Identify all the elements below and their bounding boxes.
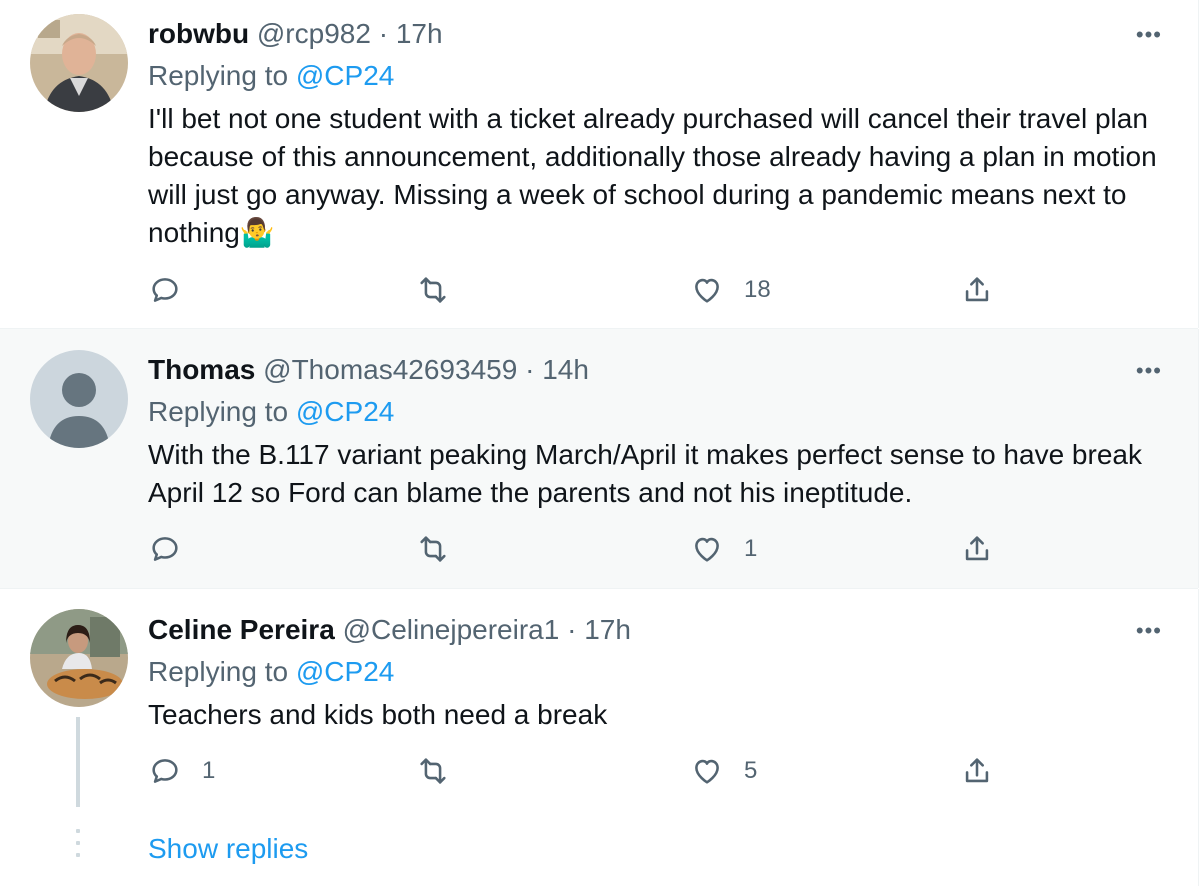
action-bar: 18: [148, 270, 1028, 310]
share-icon: [965, 277, 989, 302]
replying-to: Replying to @CP24: [148, 58, 1158, 94]
replying-to-label: Replying to: [148, 656, 289, 687]
mention-link[interactable]: @CP24: [296, 396, 394, 427]
like-button[interactable]: 18: [690, 270, 771, 310]
like-button[interactable]: 1: [690, 529, 757, 569]
action-bar: 1: [148, 529, 1028, 569]
share-icon: [965, 758, 989, 783]
tweet-header: Thomas @Thomas42693459 · 14h: [148, 352, 1158, 388]
tweet-text: With the B.117 variant peaking March/Apr…: [148, 439, 1142, 508]
separator: ·: [378, 18, 389, 49]
more-options-button[interactable]: •••: [1136, 22, 1162, 48]
heart-icon: [695, 278, 719, 303]
replying-to-label: Replying to: [148, 60, 289, 91]
tweet-header: robwbu @rcp982 · 17h: [148, 16, 1158, 52]
display-name[interactable]: robwbu: [148, 18, 249, 49]
timestamp[interactable]: 14h: [542, 354, 589, 385]
reply-button[interactable]: [148, 270, 202, 310]
reply-icon: [152, 759, 178, 783]
retweet-icon: [420, 277, 446, 303]
show-replies-link[interactable]: Show replies: [148, 833, 308, 865]
replying-to: Replying to @CP24: [148, 654, 1158, 690]
reply-button[interactable]: [148, 529, 202, 569]
share-button[interactable]: [960, 751, 994, 791]
like-count: 1: [744, 535, 758, 562]
reply-icon: [152, 278, 178, 302]
user-handle[interactable]: @Celinejpereira1: [343, 614, 560, 645]
like-button[interactable]: 5: [690, 751, 757, 791]
reply-button[interactable]: 1: [148, 751, 215, 791]
retweet-button[interactable]: [416, 751, 450, 791]
user-handle[interactable]: @Thomas42693459: [263, 354, 517, 385]
tweet-2[interactable]: Thomas @Thomas42693459 · 14h Replying to…: [0, 329, 1199, 588]
retweet-icon: [420, 536, 446, 562]
replying-to: Replying to @CP24: [148, 394, 1158, 430]
separator: ·: [525, 354, 535, 385]
more-options-button[interactable]: •••: [1136, 358, 1162, 384]
separator: ·: [567, 614, 577, 645]
reply-count: 1: [202, 757, 216, 784]
tweet-text: Teachers and kids both need a break: [148, 699, 608, 730]
thread-dotted-line: [76, 829, 80, 865]
tweet-1[interactable]: robwbu @rcp982 · 17h Replying to @CP24 I…: [0, 0, 1199, 328]
timestamp[interactable]: 17h: [396, 18, 443, 49]
retweet-button[interactable]: [416, 270, 450, 310]
display-name[interactable]: Thomas: [148, 354, 255, 385]
share-button[interactable]: [960, 270, 994, 310]
timestamp[interactable]: 17h: [584, 614, 631, 645]
mention-link[interactable]: @CP24: [296, 60, 394, 91]
tweet-header: Celine Pereira @Celinejpereira1 · 17h: [148, 612, 1158, 648]
share-icon: [965, 536, 989, 561]
like-count: 5: [744, 757, 758, 784]
retweet-button[interactable]: [416, 529, 450, 569]
action-bar: 1 5: [148, 751, 1028, 791]
reply-icon: [152, 537, 178, 561]
heart-icon: [695, 759, 719, 784]
more-options-button[interactable]: •••: [1136, 618, 1162, 644]
avatar-celine-pereira[interactable]: [30, 609, 128, 707]
tweet-text: I'll bet not one student with a ticket a…: [148, 103, 1157, 248]
like-count: 18: [744, 276, 771, 303]
tweet-3[interactable]: Celine Pereira @Celinejpereira1 · 17h Re…: [0, 589, 1199, 886]
retweet-icon: [420, 758, 446, 784]
thread-line: [76, 717, 80, 807]
display-name[interactable]: Celine Pereira: [148, 614, 335, 645]
user-handle[interactable]: @rcp982: [257, 18, 371, 49]
avatar-thomas[interactable]: [30, 350, 128, 448]
heart-icon: [695, 537, 719, 562]
avatar-robwbu[interactable]: [30, 14, 128, 112]
share-button[interactable]: [960, 529, 994, 569]
mention-link[interactable]: @CP24: [296, 656, 394, 687]
replying-to-label: Replying to: [148, 396, 289, 427]
